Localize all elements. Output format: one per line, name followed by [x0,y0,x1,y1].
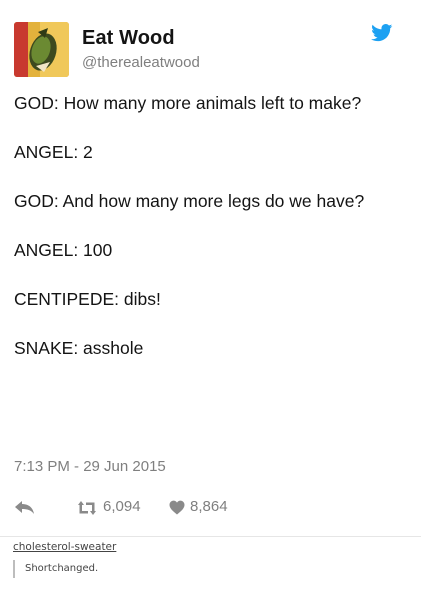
eat-wood-avatar-icon[interactable] [14,22,69,77]
tweet-line: SNAKE: asshole [14,338,144,358]
reply-icon[interactable] [14,500,36,516]
divider [0,536,421,537]
reblog-username-link[interactable]: cholesterol-sweater [13,541,116,553]
display-name[interactable]: Eat Wood [82,27,175,50]
tweet-text: GOD: How many more animals left to make?… [14,91,406,360]
tweet-line: GOD: And how many more legs do we have? [14,191,365,211]
heart-icon[interactable] [169,500,185,515]
like-count: 8,864 [190,498,228,515]
user-handle[interactable]: @therealeatwood [82,54,200,71]
tweet-line: GOD: How many more animals left to make? [14,93,362,113]
tweet-line: CENTIPEDE: dibs! [14,289,161,309]
tweet-line: ANGEL: 2 [14,142,93,162]
tweet-line: ANGEL: 100 [14,240,113,260]
retweet-icon[interactable] [76,500,98,516]
retweet-count: 6,094 [103,498,141,515]
tweet-timestamp[interactable]: 7:13 PM - 29 Jun 2015 [14,458,166,475]
tweet-card: Eat Wood @therealeatwood GOD: How many m… [0,0,421,540]
tweet-actions: 6,094 8,864 [0,497,421,521]
reblog-comment: Shortchanged. [13,560,98,578]
twitter-bird-icon[interactable] [371,24,393,42]
